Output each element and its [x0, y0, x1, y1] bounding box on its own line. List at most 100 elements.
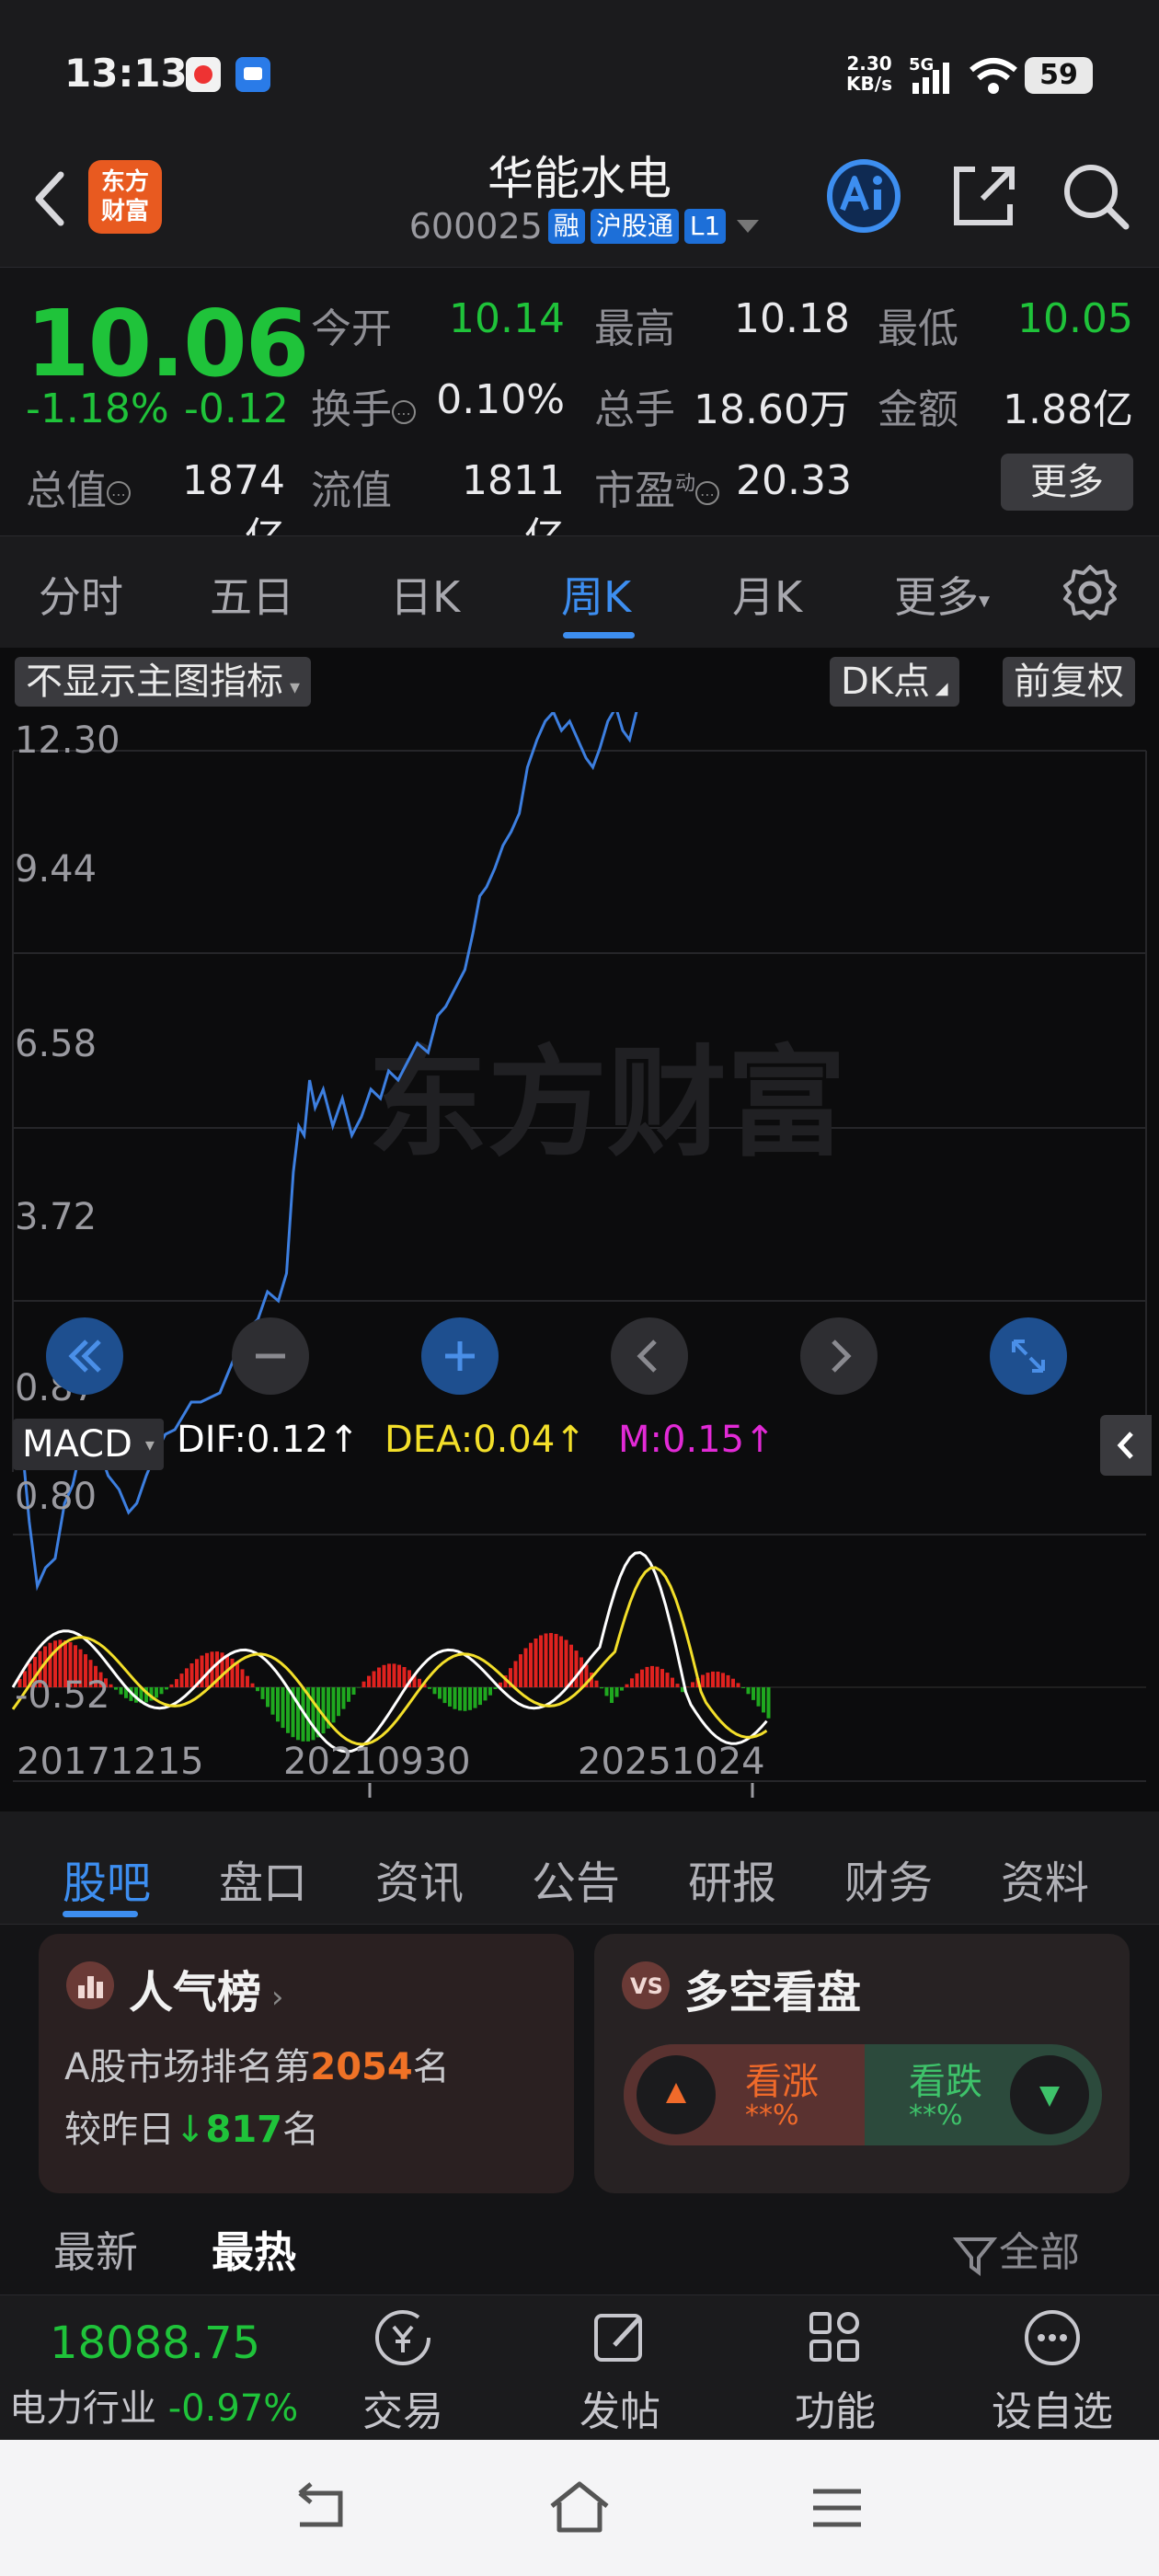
dk-point-button[interactable]: DK点 ◢: [830, 657, 959, 707]
home-nav-icon[interactable]: [543, 2477, 616, 2537]
chevron-right-icon: [832, 1340, 852, 1373]
rewind-button[interactable]: [46, 1317, 123, 1395]
scroll-left-button[interactable]: [611, 1317, 688, 1395]
sentiment-card[interactable]: VS 多空看盘 看涨 **% 看跌 **%: [594, 1934, 1130, 2193]
tab-profile[interactable]: 资料: [1001, 1846, 1089, 1911]
bull-label: 看涨: [745, 2061, 819, 2103]
macd-bar: [296, 1687, 300, 1741]
macd-bar: [483, 1687, 488, 1701]
macd-bar: [165, 1687, 168, 1690]
share-icon[interactable]: [946, 158, 1021, 234]
market-cap-label[interactable]: 总值 ⋯: [26, 457, 131, 516]
amount-label: 金额: [878, 386, 958, 433]
macd-bar: [286, 1687, 290, 1733]
search-icon[interactable]: [1058, 158, 1133, 234]
macd-bar: [604, 1687, 609, 1696]
price-axis-tick: 6.58: [15, 1023, 98, 1065]
info-icon: ⋯: [392, 400, 416, 424]
tab-monthly-k[interactable]: 月K: [732, 564, 802, 625]
sector-info[interactable]: 电力行业 -0.97%: [9, 2378, 298, 2432]
tab-news[interactable]: 资讯: [375, 1846, 464, 1911]
popularity-title: 人气榜 ›: [129, 1967, 284, 2018]
date-axis-tick: 20210930: [283, 1741, 471, 1783]
kline-chart-area[interactable]: 不显示主图指标 ▾ DK点 ◢ 前复权 东方财富 12.30 9.44 6.58…: [0, 648, 1159, 1811]
macd-bar: [205, 1652, 209, 1687]
macd-bar: [372, 1671, 376, 1687]
index-value[interactable]: 18088.75: [50, 2317, 260, 2369]
status-bar: 13:13 2.30 KB/s 5G 59: [0, 0, 1159, 138]
margin-tag: 融: [547, 209, 585, 244]
macd-bar: [736, 1683, 740, 1687]
change-amount: -0.12: [184, 385, 289, 432]
more-quote-button[interactable]: 更多: [1001, 454, 1133, 511]
collapse-panel-button[interactable]: [1100, 1415, 1152, 1476]
status-time: 13:13: [64, 51, 188, 96]
macd-bar: [721, 1673, 725, 1687]
gear-icon[interactable]: [1060, 562, 1120, 623]
ai-assistant-icon[interactable]: [824, 156, 903, 236]
zoom-in-button[interactable]: [421, 1317, 499, 1395]
macd-bar: [159, 1687, 164, 1695]
tab-announcements[interactable]: 公告: [532, 1846, 620, 1911]
kline-chart-svg: 东方财富: [11, 712, 1147, 1798]
filter-button[interactable]: 全部: [952, 2219, 1080, 2278]
back-arrow-icon[interactable]: [22, 162, 77, 236]
macd-bar: [554, 1634, 558, 1687]
menu-nav-icon[interactable]: [800, 2480, 874, 2536]
open-label: 今开: [311, 305, 392, 352]
caret-down-icon: ▾: [144, 1433, 155, 1455]
tab-research[interactable]: 研报: [688, 1846, 776, 1911]
macd-bar: [438, 1687, 442, 1699]
zoom-out-button[interactable]: [232, 1317, 309, 1395]
sub-indicator-select[interactable]: MACD ▾: [13, 1419, 164, 1470]
macd-bar: [711, 1671, 715, 1687]
macd-bar: [458, 1687, 462, 1711]
edit-icon: [594, 2314, 642, 2362]
add-watchlist-button[interactable]: 设自选: [979, 2305, 1126, 2437]
wifi-icon: [970, 58, 1017, 94]
tab-finance[interactable]: 财务: [844, 1846, 933, 1911]
trade-button[interactable]: 交易: [329, 2305, 476, 2437]
macd-bar: [442, 1687, 447, 1704]
cards-section: 人气榜 › A股市场排名第2054名 较昨日↓817名 VS 多空看盘 看涨 *…: [0, 1925, 1159, 2201]
popularity-card[interactable]: 人气榜 › A股市场排名第2054名 较昨日↓817名: [39, 1934, 574, 2193]
tab-intraday[interactable]: 分时: [39, 564, 123, 625]
tab-weekly-k[interactable]: 周K: [561, 564, 631, 625]
macd-bar: [246, 1675, 249, 1687]
macd-bar: [529, 1642, 533, 1687]
scroll-right-button[interactable]: [800, 1317, 878, 1395]
macd-bar: [625, 1684, 629, 1687]
sort-latest[interactable]: 最新: [53, 2219, 138, 2280]
back-nav-icon[interactable]: [285, 2480, 359, 2536]
macd-bar: [453, 1687, 457, 1709]
tab-guba[interactable]: 股吧: [63, 1846, 151, 1911]
sort-row: 最新 最热 全部: [0, 2201, 1159, 2293]
adjust-mode-button[interactable]: 前复权: [1003, 657, 1135, 707]
turnover-label[interactable]: 换手 ⋯: [311, 376, 416, 435]
tab-five-day[interactable]: 五日: [210, 564, 294, 625]
tab-more[interactable]: 更多▾: [894, 564, 990, 625]
caret-down-icon: [737, 220, 760, 233]
fullscreen-button[interactable]: [990, 1317, 1067, 1395]
sort-hottest[interactable]: 最热: [212, 2219, 296, 2280]
macd-header: MACD ▾ DIF:0.12↑ DEA:0.04↑ M:0.15↑: [0, 1408, 1159, 1479]
macd-bar: [169, 1684, 174, 1687]
tab-order-book[interactable]: 盘口: [219, 1846, 307, 1911]
bull-button[interactable]: [637, 2055, 716, 2134]
dif-value: DIF:0.12↑: [177, 1419, 360, 1461]
macd-bar: [640, 1669, 644, 1687]
macd-bar: [756, 1687, 761, 1707]
functions-button[interactable]: 功能: [762, 2305, 909, 2437]
connect-tag: 沪股通: [590, 209, 679, 244]
post-button[interactable]: 发帖: [546, 2305, 694, 2437]
macd-bar: [671, 1677, 674, 1687]
main-indicator-select[interactable]: 不显示主图指标 ▾: [15, 657, 312, 707]
pe-label[interactable]: 市盈动 ⋯: [594, 457, 720, 516]
macd-axis-bottom: -0.52: [15, 1674, 110, 1717]
stock-code-row[interactable]: 600025 融 沪股通 L1: [386, 206, 782, 247]
tab-daily-k[interactable]: 日K: [390, 564, 460, 625]
bottom-toolbar: 18088.75 电力行业 -0.97% 交易 发帖 功能 设自选: [0, 2294, 1159, 2441]
bear-button[interactable]: [1010, 2055, 1089, 2134]
rank-change-text: 较昨日↓817名: [64, 2109, 320, 2151]
macd-bar: [600, 1687, 603, 1689]
